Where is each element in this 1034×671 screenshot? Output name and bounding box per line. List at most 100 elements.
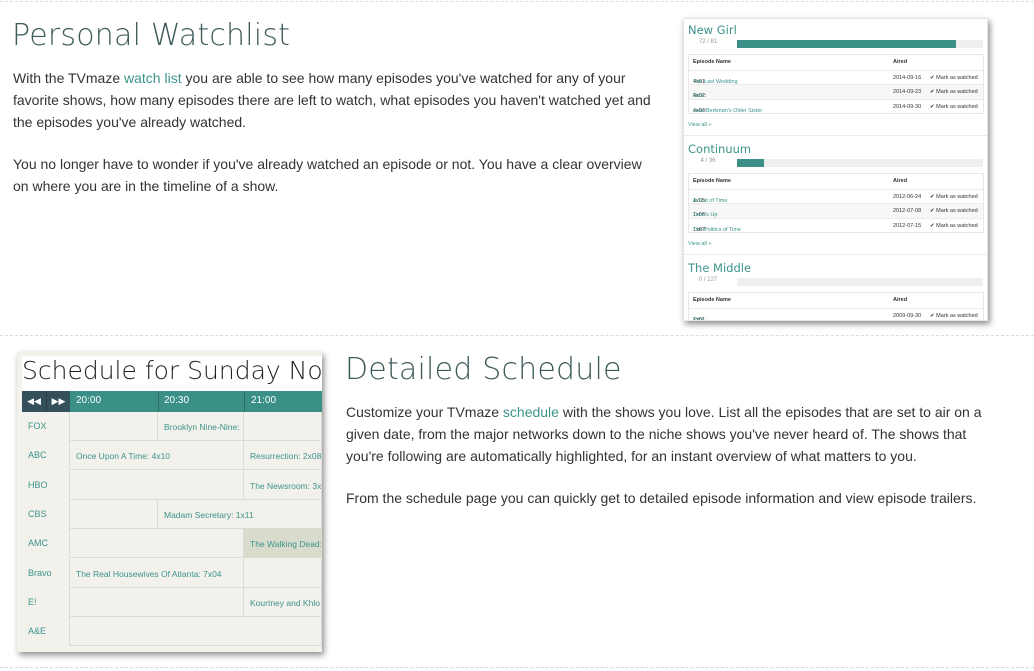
schedule-show-cell[interactable]: The Walking Dead:: [244, 529, 322, 559]
episode-link[interactable]: Pilot: [693, 317, 704, 321]
column-header-episode: Episode Name: [693, 178, 731, 184]
episode-link[interactable]: The Politics of Time: [693, 227, 741, 233]
schedule-row: E! Kourtney and Khlo: [22, 587, 322, 617]
aired-date: 2014-09-23: [893, 89, 922, 95]
schedule-show-cell[interactable]: Kourtney and Khlo: [244, 587, 322, 617]
show-title[interactable]: New Girl: [688, 23, 737, 37]
schedule-show-cell[interactable]: [70, 470, 244, 500]
schedule-show-cell[interactable]: Madam Secretary: 1x11: [158, 499, 322, 529]
watch-progress-fill: [737, 40, 956, 48]
network-name[interactable]: E!: [22, 587, 70, 617]
aired-date: 2014-09-16: [893, 74, 922, 81]
watch-progress-fill: [737, 159, 765, 167]
schedule-show-cell[interactable]: Brooklyn Nine-Nine:: [158, 412, 244, 441]
schedule-show-cell[interactable]: [70, 499, 158, 529]
schedule-show-cell[interactable]: The Newsroom: 3x: [244, 470, 322, 500]
network-name[interactable]: CBS: [22, 499, 70, 529]
table-row: 1x07: The Politics of Time 2012-07-15 ✔ Ma…: [689, 217, 983, 233]
schedule-show-cell[interactable]: [70, 617, 322, 647]
table-row: 4x01: The Last Wedding 2014-09-16 ✔ Mark a…: [689, 69, 983, 85]
column-header-aired: Aired: [893, 297, 908, 303]
episode-table: Episode Name Aired 1x05: A Test of Time 201…: [688, 173, 984, 233]
schedule-row: ABC Once Upon A Time: 4x10 Resurrection: 2…: [22, 441, 322, 471]
watch-list-link[interactable]: watch list: [124, 70, 182, 86]
network-name[interactable]: A&E: [22, 617, 70, 647]
time-divider: [158, 391, 159, 412]
network-name[interactable]: ABC: [22, 441, 70, 471]
table-header-row: Episode Name Aired: [689, 174, 983, 189]
mark-as-watched-button[interactable]: ✔ Mark as watched: [930, 89, 978, 95]
show-divider: [684, 135, 987, 136]
network-name[interactable]: AMC: [22, 529, 70, 559]
schedule-row: HBO The Newsroom: 3x: [22, 470, 322, 500]
time-divider: [244, 391, 245, 412]
watchlist-text-1a: With the TVmaze: [13, 70, 125, 86]
watchlist-paragraph-2: You no longer have to wonder if you've a…: [13, 156, 642, 194]
aired-date: 2014-09-30: [893, 103, 922, 110]
middle-divider: [0, 335, 1034, 336]
schedule-text-1a: Customize your TVmaze: [346, 404, 503, 420]
schedule-row: AMC The Walking Dead:: [22, 529, 322, 559]
table-header-row: Episode Name Aired: [689, 55, 983, 70]
watch-progress-bar: [737, 278, 983, 286]
schedule-show-cell[interactable]: [70, 587, 244, 617]
aired-date: 2009-09-30: [893, 312, 922, 319]
table-row: 1x01: Pilot 2009-09-30 ✔ Mark as watched: [689, 307, 983, 321]
bottom-divider: [0, 667, 1034, 668]
schedule-show-cell[interactable]: The Real Housewives Of Atlanta: 7x04: [70, 558, 244, 588]
watchlist-show: Continuum 4 / 36 Episode Name Aired 1x05: A …: [684, 140, 987, 259]
mark-as-watched-button[interactable]: ✔ Mark as watched: [930, 313, 978, 319]
time-slot-1: 20:00: [76, 395, 102, 406]
schedule-link[interactable]: schedule: [503, 404, 559, 420]
watch-progress-bar: [737, 159, 983, 167]
aired-date: 2012-07-08: [893, 208, 922, 214]
table-row: 1x05: A Test of Time 2012-06-24 ✔ Mark as …: [689, 188, 983, 204]
schedule-show-cell[interactable]: [244, 412, 322, 441]
network-name[interactable]: HBO: [22, 470, 70, 500]
previous-day-button[interactable]: ◀◀: [22, 391, 46, 412]
mark-as-watched-button[interactable]: ✔ Mark as watched: [930, 75, 978, 81]
table-row: 4x03: Julie Berkman's Older Sister 2014-0…: [689, 98, 983, 114]
schedule-show-cell[interactable]: [70, 529, 244, 559]
next-day-button[interactable]: ▶▶: [46, 391, 70, 412]
column-header-episode: Episode Name: [693, 297, 731, 303]
episode-table: Episode Name Aired 4x01: The Last Wedding 2…: [688, 54, 984, 114]
network-name[interactable]: Bravo: [22, 558, 70, 588]
network-name[interactable]: FOX: [22, 412, 70, 441]
show-title[interactable]: Continuum: [688, 142, 751, 156]
watch-progress-bar: [737, 40, 983, 48]
mark-as-watched-button[interactable]: ✔ Mark as watched: [930, 208, 978, 214]
episode-count: 0 / 127: [698, 277, 718, 283]
episode-link[interactable]: Julie Berkman's Older Sister: [693, 108, 762, 114]
episode-table: Episode Name Aired 1x01: Pilot 2009-09-30 ✔ …: [688, 292, 984, 321]
schedule-show-cell[interactable]: Resurrection: 2x08: [244, 441, 322, 471]
column-header-aired: Aired: [893, 59, 908, 65]
schedule-show-cell[interactable]: [244, 558, 322, 588]
view-all-link[interactable]: View all »: [688, 241, 711, 247]
episode-count: 4 / 36: [700, 158, 716, 164]
schedule-paragraph-1: Customize your TVmaze schedule with the …: [346, 401, 996, 467]
table-row: 4x02: Dice 2014-09-23 ✔ Mark as watched: [689, 84, 983, 99]
watchlist-show: New Girl 72 / 81 Episode Name Aired 4x01: Th…: [684, 21, 987, 140]
column-header-aired: Aired: [893, 178, 908, 184]
schedule-row: FOX Brooklyn Nine-Nine:: [22, 412, 322, 441]
mark-as-watched-button[interactable]: ✔ Mark as watched: [930, 104, 978, 110]
aired-date: 2012-07-15: [893, 222, 922, 229]
schedule-row: Bravo The Real Housewives Of Atlanta: 7x0…: [22, 558, 322, 588]
watchlist-screenshot-card: New Girl 72 / 81 Episode Name Aired 4x01: Th…: [683, 18, 988, 321]
watchlist-show: The Middle 0 / 127 Episode Name Aired 1x01: …: [684, 259, 987, 321]
column-header-episode: Episode Name: [693, 59, 731, 65]
schedule-card-title: Schedule for Sunday Nove: [22, 356, 322, 392]
watchlist-heading: Personal Watchlist: [12, 18, 291, 53]
time-slot-2: 20:30: [164, 395, 190, 406]
schedule-heading: Detailed Schedule: [345, 352, 622, 387]
aired-date: 2012-06-24: [893, 193, 922, 200]
view-all-link[interactable]: View all »: [688, 122, 711, 128]
schedule-show-cell[interactable]: [70, 412, 158, 441]
schedule-show-cell[interactable]: Once Upon A Time: 4x10: [70, 441, 244, 471]
schedule-row: A&E: [22, 617, 322, 647]
mark-as-watched-button[interactable]: ✔ Mark as watched: [930, 194, 978, 200]
mark-as-watched-button[interactable]: ✔ Mark as watched: [930, 223, 978, 229]
episode-count: 72 / 81: [698, 39, 718, 45]
show-title[interactable]: The Middle: [688, 261, 751, 275]
